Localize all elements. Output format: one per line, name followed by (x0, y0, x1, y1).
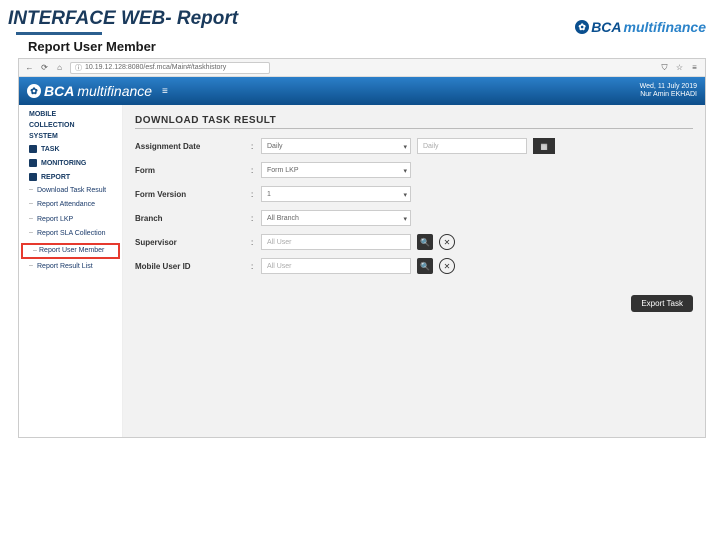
chevron-down-icon: ▾ (403, 167, 407, 175)
row-mobile-user: Mobile User ID : All User 🔍 ✕ (135, 255, 693, 277)
row-form-version: Form Version : 1 ▾ (135, 183, 693, 205)
calendar-icon: ▦ (540, 142, 548, 151)
browser-bar: ← ⟳ ⌂ ⓘ 10.19.12.128:8080/esf.mca/Main#/… (19, 59, 705, 77)
select-value: All Branch (267, 215, 299, 222)
brand-prefix: BCA (591, 19, 621, 35)
slide-subtitle: Report User Member (0, 35, 720, 56)
app-logo: ✿ BCAmultifinance (27, 83, 152, 99)
panel-underline (135, 128, 693, 129)
search-icon: 🔍 (420, 262, 430, 271)
folder-icon (29, 173, 37, 181)
main-panel: DOWNLOAD TASK RESULT Assignment Date : D… (123, 105, 705, 437)
brand-mark-icon: ✿ (575, 20, 589, 34)
sidebar: MOBILE COLLECTION SYSTEM TASK MONITORING… (19, 105, 123, 437)
bookmark-icon[interactable]: ☆ (675, 63, 684, 72)
sidebar-item-task[interactable]: TASK (19, 142, 122, 156)
app-header: ✿ BCAmultifinance ≡ Wed, 11 July 2019 Nu… (19, 77, 705, 105)
clear-mobile-user-button[interactable]: ✕ (439, 258, 455, 274)
panel-title: DOWNLOAD TASK RESULT (135, 115, 693, 126)
chevron-down-icon: ▾ (403, 191, 407, 199)
folder-icon (29, 159, 37, 167)
shield-icon[interactable]: ⛉ (660, 63, 669, 72)
sidebar-toggle-icon[interactable]: ≡ (162, 86, 168, 97)
export-task-button[interactable]: Export Task (631, 295, 693, 312)
browser-actions: ⛉ ☆ ≡ (660, 63, 699, 72)
select-value: 1 (267, 191, 271, 198)
close-icon: ✕ (444, 238, 451, 247)
select-value: Daily (267, 143, 283, 150)
search-icon: 🔍 (420, 238, 430, 247)
close-icon: ✕ (444, 262, 451, 271)
chevron-down-icon: ▾ (403, 143, 407, 151)
url-field[interactable]: ⓘ 10.19.12.128:8080/esf.mca/Main#/taskhi… (70, 62, 270, 74)
row-supervisor: Supervisor : All User 🔍 ✕ (135, 231, 693, 253)
sidebar-item-monitoring[interactable]: MONITORING (19, 156, 122, 170)
tree-report-user-member[interactable]: Report User Member (21, 243, 120, 259)
clear-supervisor-button[interactable]: ✕ (439, 234, 455, 250)
sidebar-label-report: REPORT (41, 174, 70, 181)
sidebar-system-title2: COLLECTION (19, 120, 122, 131)
label-branch: Branch (135, 214, 245, 223)
sidebar-label-monitoring: MONITORING (41, 160, 86, 167)
calendar-button[interactable]: ▦ (533, 138, 555, 154)
header-user-block: Wed, 11 July 2019 Nur Amin EKHADI (640, 83, 697, 100)
select-branch[interactable]: All Branch ▾ (261, 210, 411, 226)
back-icon[interactable]: ← (25, 63, 34, 72)
chevron-down-icon: ▾ (403, 215, 407, 223)
tree-report-attendance[interactable]: Report Attendance (19, 198, 122, 212)
select-assignment-date[interactable]: Daily ▾ (261, 138, 411, 154)
input-assignment-date-value[interactable]: Daily (417, 138, 527, 154)
brand-logo: ✿ BCAmultifinance (575, 19, 706, 35)
tree-report-lkp[interactable]: Report LKP (19, 213, 122, 227)
header-user: Nur Amin EKHADI (640, 91, 697, 99)
row-branch: Branch : All Branch ▾ (135, 207, 693, 229)
reload-icon[interactable]: ⟳ (40, 63, 49, 72)
sidebar-item-report[interactable]: REPORT (19, 170, 122, 184)
app-screenshot: ← ⟳ ⌂ ⓘ 10.19.12.128:8080/esf.mca/Main#/… (18, 58, 706, 438)
select-form[interactable]: Form LKP ▾ (261, 162, 411, 178)
search-mobile-user-button[interactable]: 🔍 (417, 258, 433, 274)
app-mark-icon: ✿ (27, 84, 41, 98)
placeholder-text: All User (267, 263, 292, 270)
title-underline (16, 32, 102, 35)
label-supervisor: Supervisor (135, 238, 245, 247)
input-mobile-user[interactable]: All User (261, 258, 411, 274)
row-assignment-date: Assignment Date : Daily ▾ Daily ▦ (135, 135, 693, 157)
label-mobile-user: Mobile User ID (135, 262, 245, 271)
header-date: Wed, 11 July 2019 (640, 83, 697, 91)
date-text: Daily (423, 143, 439, 150)
app-logo-suffix: multifinance (77, 83, 152, 99)
tree-report-result-list[interactable]: Report Result List (19, 260, 122, 274)
brand-suffix: multifinance (624, 19, 706, 35)
sidebar-system-title1: MOBILE (19, 109, 122, 120)
slide-title-block: INTERFACE WEB- Report (8, 8, 238, 35)
sidebar-system-title3: SYSTEM (19, 131, 122, 142)
slide-header: INTERFACE WEB- Report ✿ BCAmultifinance (0, 0, 720, 35)
search-supervisor-button[interactable]: 🔍 (417, 234, 433, 250)
placeholder-text: All User (267, 239, 292, 246)
url-text: 10.19.12.128:8080/esf.mca/Main#/taskhist… (85, 64, 226, 71)
slide-title: INTERFACE WEB- Report (8, 8, 238, 30)
label-form-version: Form Version (135, 190, 245, 199)
home-icon[interactable]: ⌂ (55, 63, 64, 72)
menu-icon[interactable]: ≡ (690, 63, 699, 72)
select-value: Form LKP (267, 167, 299, 174)
folder-icon (29, 145, 37, 153)
input-supervisor[interactable]: All User (261, 234, 411, 250)
select-form-version[interactable]: 1 ▾ (261, 186, 411, 202)
row-form: Form : Form LKP ▾ (135, 159, 693, 181)
info-icon: ⓘ (75, 63, 82, 73)
tree-download-task-result[interactable]: Download Task Result (19, 184, 122, 198)
app-logo-prefix: BCA (44, 83, 74, 99)
tree-report-sla[interactable]: Report SLA Collection (19, 227, 122, 241)
label-assignment-date: Assignment Date (135, 142, 245, 151)
label-form: Form (135, 166, 245, 175)
sidebar-label-task: TASK (41, 146, 60, 153)
app-body: MOBILE COLLECTION SYSTEM TASK MONITORING… (19, 105, 705, 437)
